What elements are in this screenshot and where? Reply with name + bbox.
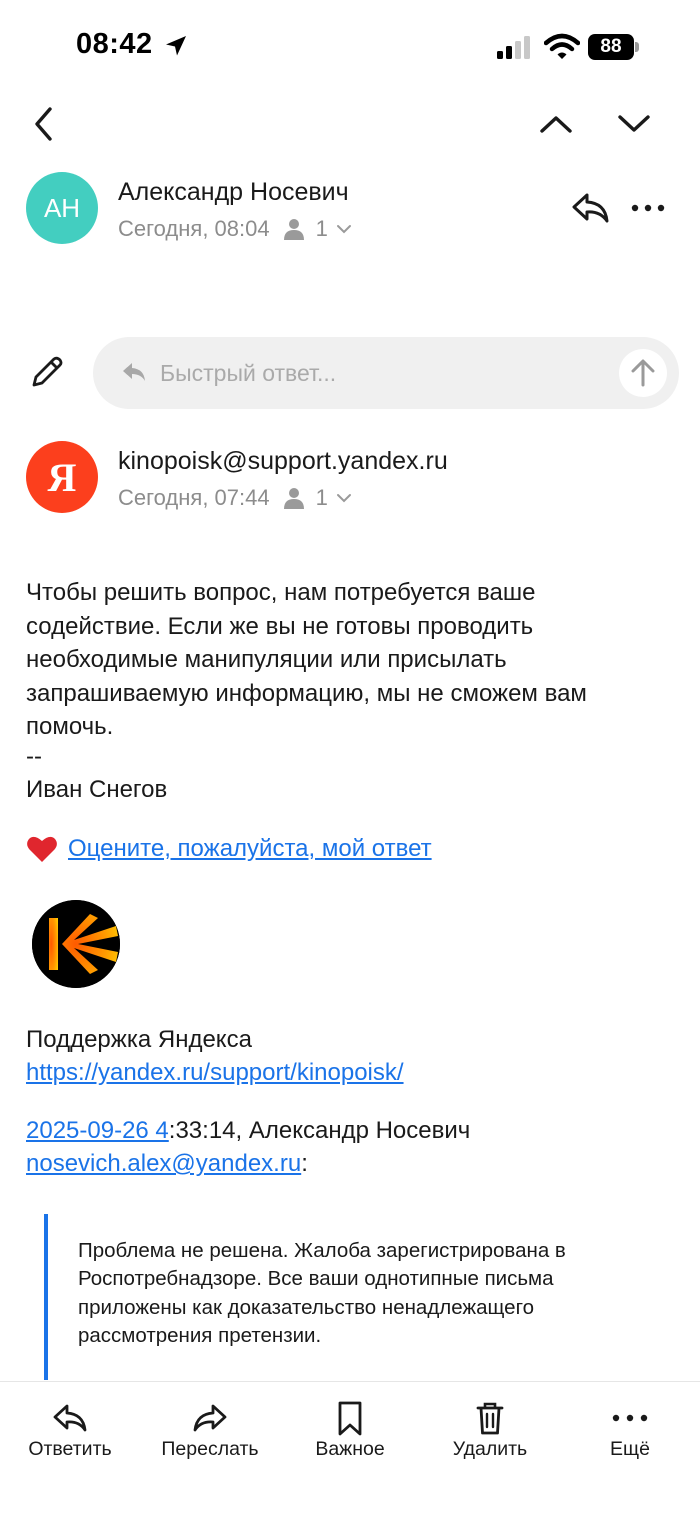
- sender-name: Александр Носевич: [118, 178, 349, 206]
- important-button[interactable]: Важное: [280, 1382, 420, 1482]
- more-label: Ещё: [610, 1438, 650, 1460]
- recipients-count: 1: [315, 485, 328, 510]
- message-time: Сегодня, 07:44: [118, 485, 270, 510]
- quote-email-link[interactable]: nosevich.alex@yandex.ru: [26, 1150, 301, 1177]
- recipients-count: 1: [315, 216, 328, 241]
- quote-header-rest: :33:14, Александр Носевич: [168, 1117, 471, 1144]
- quote-email-suffix: :: [301, 1150, 308, 1177]
- delete-label: Удалить: [452, 1438, 528, 1460]
- battery-indicator: 88: [588, 34, 640, 60]
- message-meta[interactable]: Сегодня, 08:04 1: [118, 216, 352, 242]
- kinopoisk-logo-icon: [32, 900, 120, 988]
- arrow-up-icon: [631, 359, 655, 387]
- signature-name: Иван Снегов: [26, 776, 168, 803]
- bottom-toolbar: Ответить Переслать Важное Удалить Ещё: [0, 1381, 700, 1517]
- kinopoisk-logo: [32, 900, 120, 988]
- location-arrow-icon: [166, 36, 186, 56]
- quote-bar: [44, 1214, 48, 1380]
- back-chevron-icon[interactable]: [26, 104, 62, 144]
- battery-level: 88: [600, 36, 622, 57]
- reply-icon[interactable]: [570, 190, 610, 226]
- quote-header: 2025-09-26 4:33:14, Александр Носевич: [26, 1117, 470, 1145]
- cellular-signal-icon: [497, 36, 530, 59]
- sender-name: kinopoisk@support.yandex.ru: [118, 447, 448, 475]
- send-button[interactable]: [619, 349, 667, 397]
- status-bar: 08:42 88: [0, 0, 700, 90]
- message-time: Сегодня, 08:04: [118, 216, 270, 241]
- forward-button[interactable]: Переслать: [140, 1382, 280, 1482]
- next-message-chevron-icon[interactable]: [614, 104, 654, 144]
- trash-icon: [476, 1402, 504, 1435]
- bookmark-icon: [338, 1401, 362, 1436]
- signature-separator: --: [26, 743, 42, 770]
- reply-icon: [53, 1404, 87, 1432]
- reply-button[interactable]: Ответить: [0, 1382, 140, 1482]
- quote-date-link[interactable]: 2025-09-26 4: [26, 1117, 169, 1144]
- yandex-logo-avatar: Я: [26, 441, 98, 513]
- compose-pencil-icon[interactable]: [30, 355, 64, 389]
- reply-arrow-icon: [123, 363, 145, 381]
- avatar: АН: [26, 172, 98, 244]
- chevron-down-icon: [336, 494, 351, 503]
- support-team-name: Поддержка Яндекса: [26, 1026, 252, 1053]
- forward-icon: [193, 1404, 227, 1432]
- chevron-down-icon: [336, 225, 351, 234]
- forward-label: Переслать: [161, 1438, 259, 1460]
- wifi-icon: [544, 33, 580, 59]
- rate-answer-link[interactable]: Оцените, пожалуйста, мой ответ: [26, 834, 432, 864]
- rate-link-text[interactable]: Оцените, пожалуйста, мой ответ: [68, 835, 432, 863]
- person-icon: [283, 219, 304, 240]
- heart-icon: [27, 836, 57, 862]
- reply-label: Ответить: [28, 1438, 112, 1460]
- support-url-link[interactable]: https://yandex.ru/support/kinopoisk/: [26, 1059, 404, 1087]
- message-meta[interactable]: Сегодня, 07:44 1: [118, 485, 352, 511]
- thread-message-header[interactable]: Я kinopoisk@support.yandex.ru Сегодня, 0…: [0, 441, 700, 521]
- quick-reply-placeholder: Быстрый ответ...: [160, 360, 337, 386]
- important-label: Важное: [315, 1438, 385, 1460]
- message-body: Чтобы решить вопрос, нам потребуется ваш…: [26, 579, 587, 740]
- more-options-icon[interactable]: [630, 196, 666, 220]
- quote-email-line: nosevich.alex@yandex.ru:: [26, 1150, 308, 1178]
- quoted-text: Проблема не решена. Жалоба зарегистриров…: [78, 1239, 566, 1347]
- more-icon: [612, 1414, 648, 1422]
- previous-message-chevron-icon[interactable]: [536, 104, 576, 144]
- status-time: 08:42: [76, 28, 153, 60]
- more-button[interactable]: Ещё: [560, 1382, 700, 1482]
- person-icon: [283, 488, 304, 509]
- delete-button[interactable]: Удалить: [420, 1382, 560, 1482]
- quick-reply-input[interactable]: Быстрый ответ...: [93, 337, 679, 409]
